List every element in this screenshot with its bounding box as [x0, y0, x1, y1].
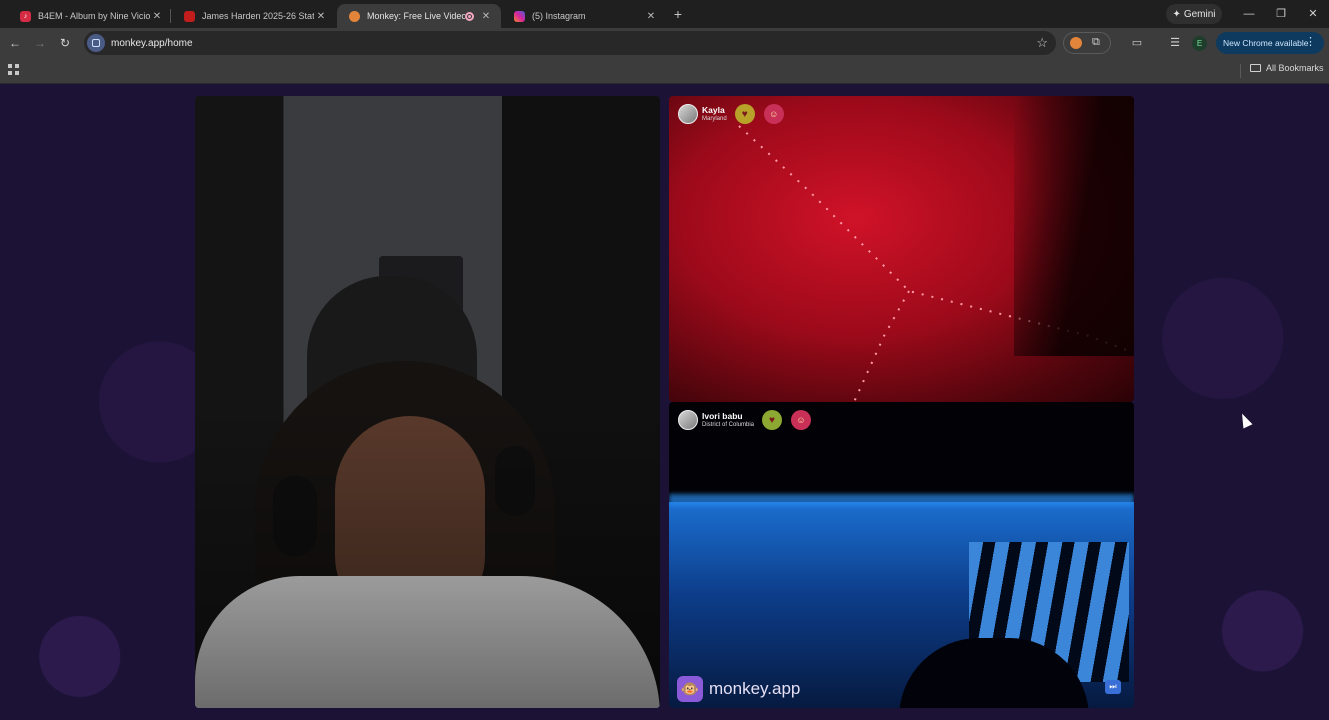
self-video-feed: [195, 96, 660, 708]
heart-badge-icon[interactable]: ♥: [734, 104, 755, 124]
close-icon[interactable]: ✕: [150, 11, 164, 22]
extensions-pill: ⧉: [1063, 32, 1111, 54]
reload-button[interactable]: ↻: [57, 35, 73, 51]
close-icon[interactable]: ✕: [314, 11, 328, 22]
apps-grid-icon[interactable]: [8, 64, 20, 76]
remote-video-feed-ivori: Ivori babu District of Columbia ♥ ☺ 🐵 mo…: [669, 402, 1134, 708]
recording-icon: [465, 11, 474, 21]
monkey-icon: [349, 10, 360, 22]
participant-chip[interactable]: Kayla Maryland ♥ ☺: [678, 104, 793, 124]
tab-title: B4EM - Album by Nine Vicious: [38, 11, 150, 21]
monkey-extension-icon[interactable]: [1070, 37, 1082, 49]
tab-harden-stats[interactable]: James Harden 2025-26 Stats per ✕: [172, 4, 336, 28]
tab-monkey[interactable]: Monkey: Free Live Video Ch ✕: [337, 4, 501, 28]
gemini-label: Gemini: [1183, 8, 1216, 20]
gemini-button[interactable]: ✦ Gemini: [1166, 4, 1222, 24]
participant-info: Ivori babu District of Columbia: [702, 411, 754, 429]
skip-button[interactable]: ⏭: [1105, 680, 1121, 694]
close-icon[interactable]: ✕: [644, 11, 658, 22]
monkey-logo-icon: 🐵: [677, 676, 703, 702]
menu-kebab-icon[interactable]: ⋮: [1305, 35, 1316, 48]
avatar[interactable]: [678, 104, 698, 124]
bookmark-star-icon[interactable]: ☆: [1036, 35, 1048, 51]
tab-music-album[interactable]: ♪ B4EM - Album by Nine Vicious ✕: [8, 4, 172, 28]
update-chrome-button[interactable]: New Chrome available ⋮: [1216, 32, 1324, 54]
back-button[interactable]: ←: [7, 35, 23, 51]
update-label: New Chrome available: [1223, 38, 1309, 48]
character-badge-icon[interactable]: ☺: [763, 104, 784, 124]
monkey-chat-page: Kayla Maryland ♥ ☺ Ivori babu District o…: [0, 84, 1329, 720]
ceiling-shadow: [1014, 96, 1134, 356]
close-icon[interactable]: ✕: [479, 11, 493, 22]
basketball-ref-icon: [184, 10, 195, 22]
tab-instagram[interactable]: (5) Instagram ✕: [502, 4, 666, 28]
forward-button[interactable]: →: [32, 35, 48, 51]
browser-toolbar: ← → ↻ monkey.app/home ☆ ⧉ ▭ ☰ E New Chro…: [0, 28, 1329, 58]
mouse-cursor-icon: [1237, 411, 1253, 429]
character-badge-icon[interactable]: ☺: [791, 410, 812, 430]
instagram-icon: [514, 10, 525, 22]
all-bookmarks-label: All Bookmarks: [1266, 63, 1324, 73]
all-bookmarks-button[interactable]: All Bookmarks: [1250, 63, 1324, 73]
puzzle-icon[interactable]: ⧉: [1092, 36, 1100, 49]
avatar[interactable]: [678, 410, 698, 430]
folder-icon: [1250, 64, 1261, 72]
participant-name: Kayla: [702, 105, 725, 115]
tab-title: Monkey: Free Live Video Ch: [367, 11, 465, 21]
new-tab-button[interactable]: +: [670, 6, 686, 22]
led-strip-line: [853, 290, 910, 402]
participant-location: Maryland: [702, 116, 727, 122]
participant-info: Kayla Maryland: [702, 105, 727, 123]
heart-badge-icon[interactable]: ♥: [762, 410, 783, 430]
url-text[interactable]: monkey.app/home: [111, 38, 193, 49]
site-info-icon[interactable]: [87, 34, 105, 52]
sparkle-icon: ✦: [1172, 8, 1181, 20]
tab-title: James Harden 2025-26 Stats per: [202, 11, 314, 21]
bookmarks-divider: [1240, 64, 1241, 78]
cast-icon[interactable]: ▭: [1130, 36, 1144, 49]
address-bar[interactable]: monkey.app/home ☆: [84, 31, 1056, 55]
video-shade: [195, 96, 660, 708]
tab-separator: [170, 9, 171, 23]
tab-strip: ♪ B4EM - Album by Nine Vicious ✕ James H…: [0, 0, 1329, 28]
participant-name: Ivori babu: [702, 411, 743, 421]
remote-video-feed-kayla: Kayla Maryland ♥ ☺: [669, 96, 1134, 402]
minimize-button[interactable]: —: [1241, 6, 1257, 22]
participant-location: District of Columbia: [702, 422, 755, 428]
tab-title: (5) Instagram: [532, 11, 586, 21]
participant-chip[interactable]: Ivori babu District of Columbia ♥ ☺: [678, 410, 820, 430]
bookmarks-bar: All Bookmarks: [0, 58, 1329, 84]
brand-name: monkey.app: [709, 679, 801, 698]
media-controls-icon[interactable]: ☰: [1168, 36, 1182, 49]
monkey-brand: 🐵 monkey.app: [677, 676, 800, 702]
restore-button[interactable]: ❐: [1273, 6, 1289, 22]
music-app-icon: ♪: [20, 10, 31, 22]
profile-avatar[interactable]: E: [1192, 36, 1207, 51]
close-window-button[interactable]: ✕: [1305, 6, 1321, 22]
